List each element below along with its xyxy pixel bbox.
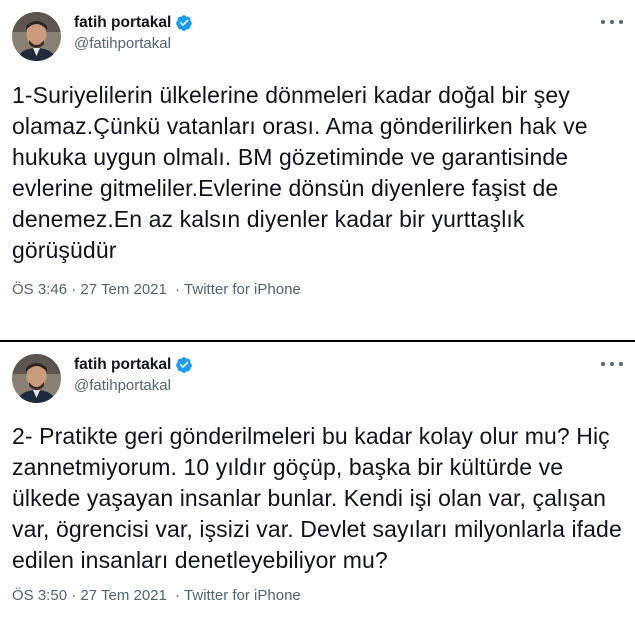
more-options-icon[interactable] bbox=[601, 16, 623, 28]
display-name-text[interactable]: fatih portakal bbox=[74, 356, 171, 374]
avatar-image bbox=[12, 12, 61, 61]
author-names: fatih portakal @fatihportakal bbox=[74, 356, 193, 394]
tweet-meta: ÖS 3:46· · 27 Tem 2021 ·Twitter for iPho… bbox=[12, 281, 301, 298]
tweet-date[interactable]: 27 Tem 2021 bbox=[80, 587, 166, 604]
more-options-icon[interactable] bbox=[601, 358, 623, 370]
verified-badge-icon bbox=[176, 15, 193, 31]
tweet-meta: ÖS 3:50 · 27 Tem 2021 · Twitter for iPhon… bbox=[12, 587, 301, 604]
author-display-name[interactable]: fatih portakal bbox=[74, 356, 193, 374]
tweet-date-prefix: · bbox=[71, 281, 77, 298]
avatar[interactable] bbox=[12, 354, 61, 403]
avatar-image bbox=[12, 354, 61, 403]
tweet-time[interactable]: ÖS 3:46 bbox=[12, 281, 67, 298]
author-handle[interactable]: @fatihportakal bbox=[74, 377, 193, 394]
meta-separator: · bbox=[175, 587, 181, 604]
tweet-text: 2- Pratikte geri gönderilmeleri bu kadar… bbox=[12, 423, 622, 573]
verified-badge-icon bbox=[176, 357, 193, 373]
tweet-time[interactable]: ÖS 3:50 bbox=[12, 587, 67, 604]
tweet-text: 1-Suriyelilerin ülkelerine dönmeleri kad… bbox=[12, 82, 588, 263]
tweet-date-prefix: · bbox=[71, 587, 77, 604]
author-handle[interactable]: @fatihportakal bbox=[74, 35, 193, 52]
tweet-source[interactable]: Twitter for iPhone bbox=[184, 281, 301, 298]
meta-separator: · bbox=[175, 281, 181, 298]
tweet-card[interactable]: fatih portakal @fatihportakal 1-Suriyeli… bbox=[0, 0, 635, 340]
tweet-date[interactable]: 27 Tem 2021 bbox=[80, 281, 166, 298]
author-display-name[interactable]: fatih portakal bbox=[74, 14, 193, 32]
author-names: fatih portakal @fatihportakal bbox=[74, 14, 193, 52]
avatar[interactable] bbox=[12, 12, 61, 61]
display-name-text[interactable]: fatih portakal bbox=[74, 14, 171, 32]
tweet-card[interactable]: fatih portakal @fatihportakal 2- Pratikt… bbox=[0, 342, 635, 635]
tweet-source[interactable]: Twitter for iPhone bbox=[184, 587, 301, 604]
